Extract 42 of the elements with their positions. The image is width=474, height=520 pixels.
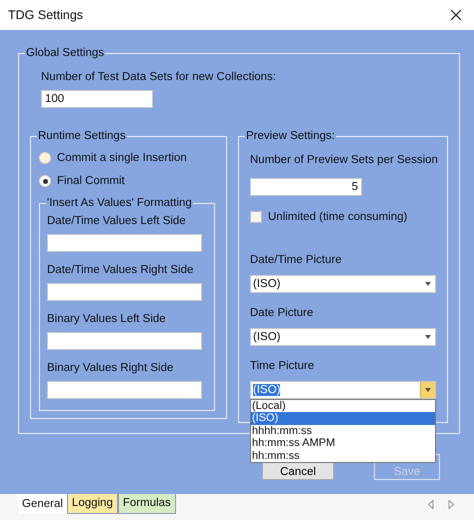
group-legend: Preview Settings: [245, 129, 336, 143]
field-label: Binary Values Right Side [47, 361, 174, 375]
field-label: Date/Time Values Right Side [47, 263, 194, 277]
field-label: Number of Test Data Sets for new Collections: [41, 70, 278, 84]
checkbox-label: Unlimited (time consuming) [268, 211, 408, 223]
caret-icon [425, 335, 431, 339]
input-field[interactable] [47, 381, 202, 399]
caret-icon [425, 388, 431, 392]
input-field[interactable] [47, 332, 202, 350]
dropdown[interactable]: (ISO) [250, 328, 436, 346]
input-field[interactable]: 5 [250, 178, 362, 196]
field-label: Binary Values Left Side [47, 312, 167, 326]
scroll-right-icon[interactable] [448, 500, 454, 509]
dropdown[interactable]: (ISO) [250, 381, 436, 399]
radio-button[interactable] [39, 152, 51, 164]
close-icon[interactable] [450, 9, 462, 21]
dropdown-option[interactable]: hhhh:mm:ss [251, 424, 435, 438]
field-label: Date/Time Values Left Side [47, 214, 187, 228]
checkbox[interactable] [250, 211, 262, 223]
tab[interactable]: Formulas [118, 494, 176, 514]
window-title: TDG Settings [8, 8, 84, 22]
field-label: Date/Time Picture [250, 253, 343, 267]
input-field[interactable]: 100 [41, 90, 153, 108]
group-legend: Global Settings [25, 46, 105, 60]
input-field[interactable] [47, 234, 202, 252]
dropdown[interactable]: (ISO) [250, 275, 436, 293]
radio-button[interactable] [39, 175, 51, 187]
dropdown-option[interactable]: (Local) [251, 400, 435, 412]
input-field[interactable] [47, 283, 202, 301]
tab[interactable]: Logging [66, 494, 118, 514]
group-legend: Runtime Settings [37, 129, 127, 143]
scroll-left-icon[interactable] [428, 500, 434, 509]
tab[interactable]: General [18, 494, 67, 514]
field-label: Date Picture [250, 306, 314, 320]
radio-label: Commit a single Insertion [57, 151, 187, 165]
radio-label: Final Commit [57, 174, 125, 188]
caret-icon [425, 282, 431, 286]
group-legend: 'Insert As Values' Formatting [46, 196, 193, 210]
field-label: Number of Preview Sets per Session [250, 153, 439, 167]
dropdown-option[interactable]: hh:mm:ss AMPM [251, 437, 435, 450]
field-label: Time Picture [250, 359, 316, 373]
dropdown-option[interactable]: (ISO) [251, 412, 435, 425]
